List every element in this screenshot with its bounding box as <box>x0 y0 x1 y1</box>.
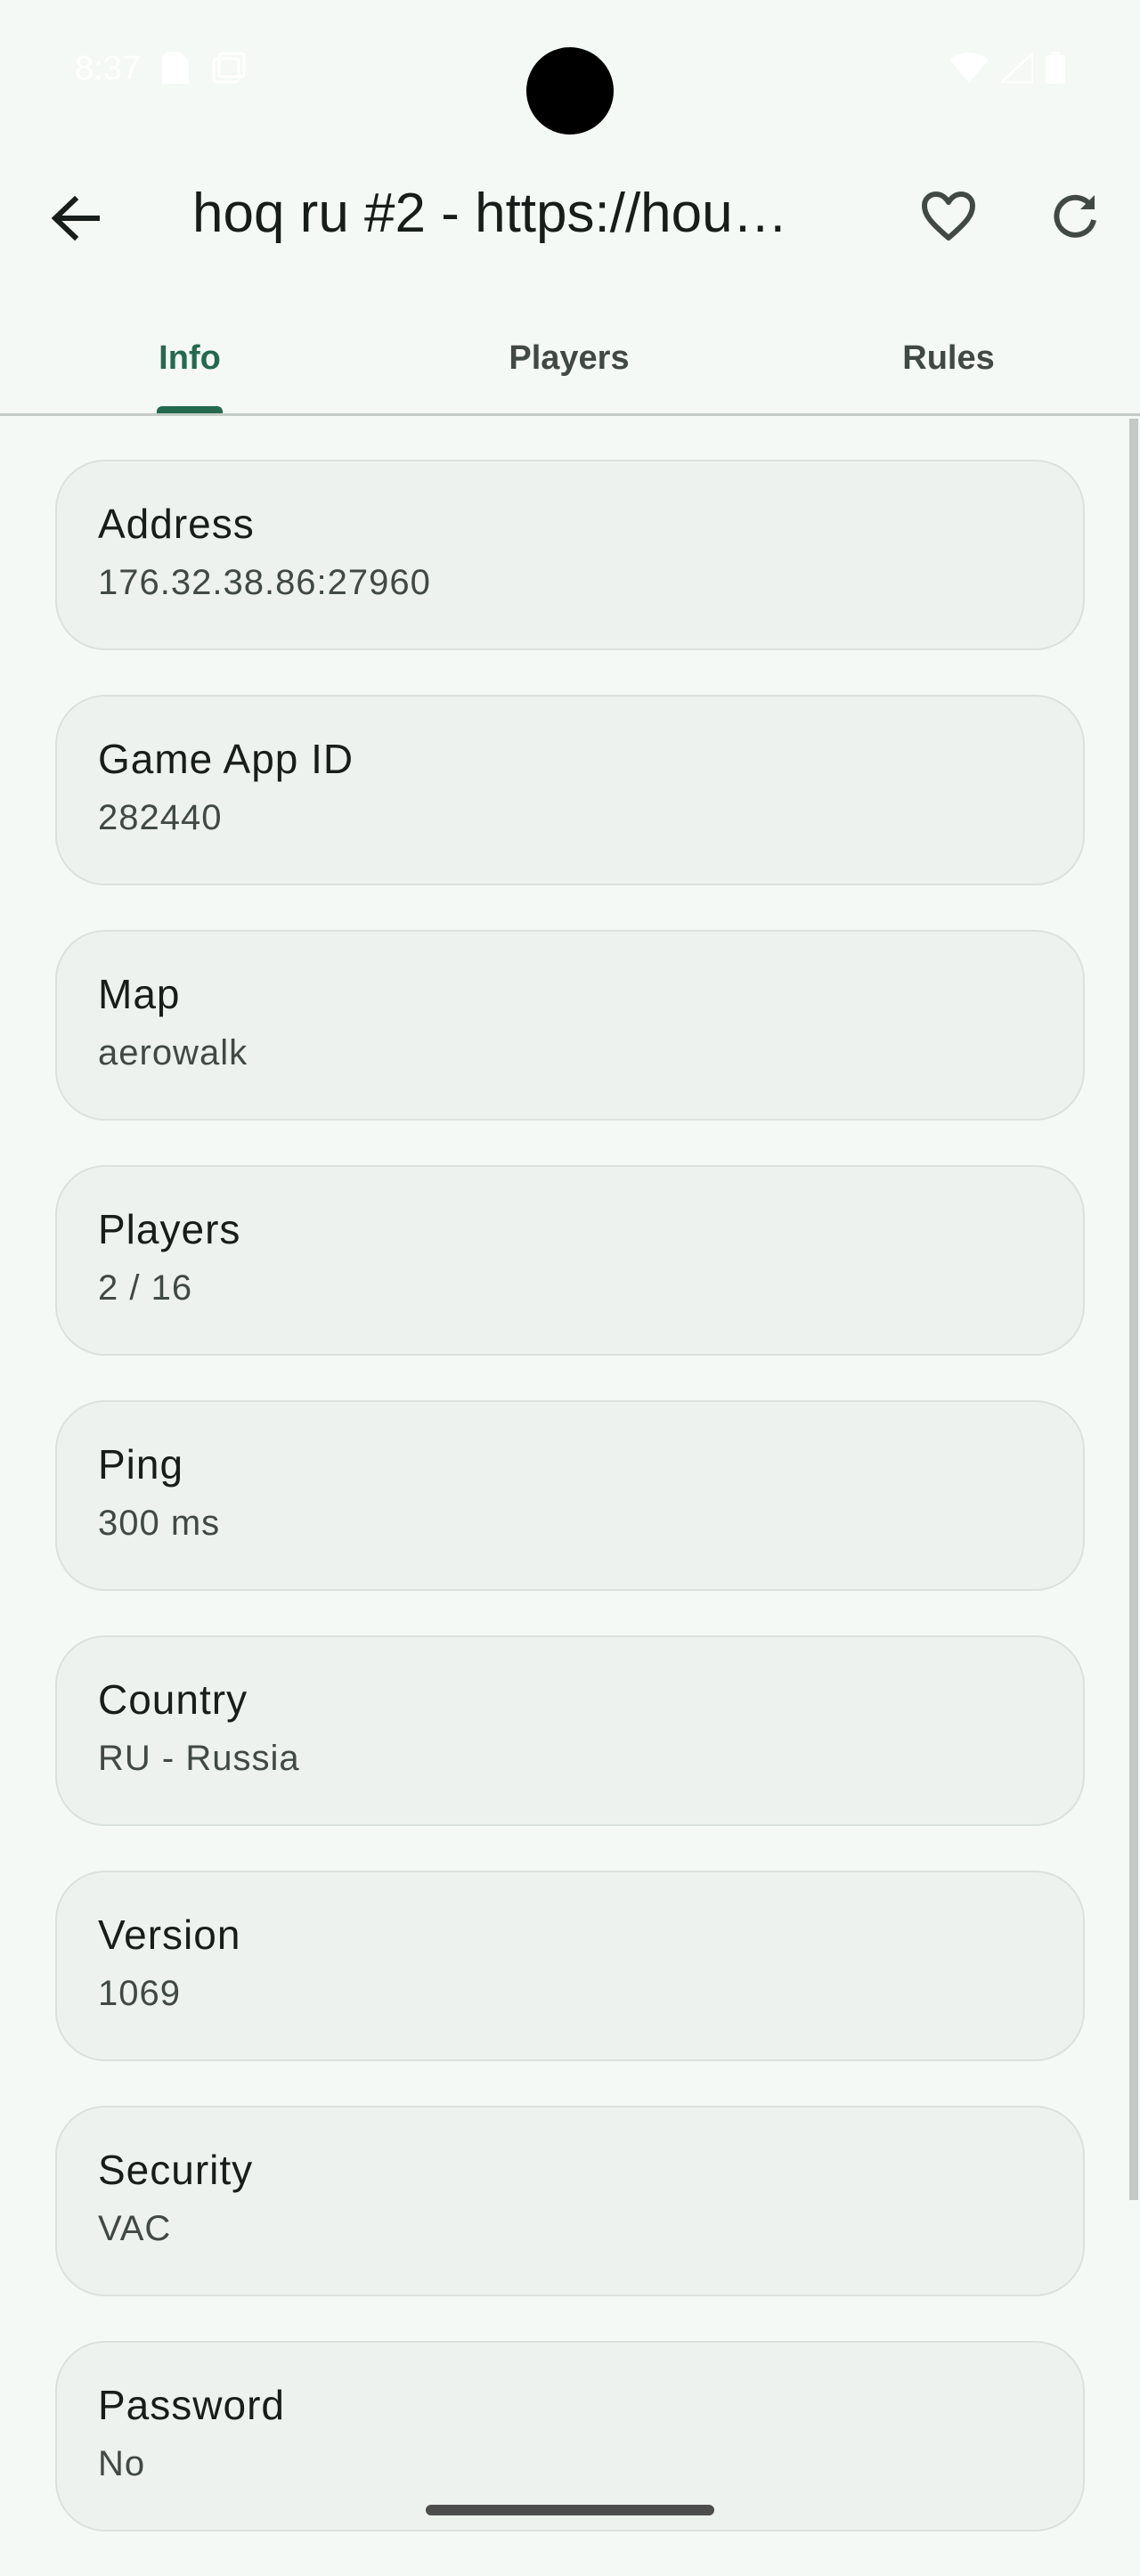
info-card-map: Map aerowalk <box>55 930 1085 1121</box>
info-label: Game App ID <box>98 736 354 782</box>
info-value: 300 ms <box>98 1504 221 1543</box>
heart-outline-icon <box>922 192 975 240</box>
info-list: Address 176.32.38.86:27960 Game App ID 2… <box>55 460 1085 2576</box>
info-card-players: Players 2 / 16 <box>55 1165 1085 1356</box>
home-indicator[interactable] <box>426 2505 714 2515</box>
status-bar: 8:37 <box>0 0 1140 135</box>
info-value: aerowalk <box>98 1033 248 1072</box>
server-title: hoq ru #2 - https://hou… <box>192 183 788 244</box>
tab-info[interactable]: Info <box>0 303 379 413</box>
back-button[interactable] <box>36 178 116 258</box>
info-label: Map <box>98 971 181 1017</box>
info-label: Country <box>98 1676 248 1723</box>
info-label: Players <box>98 1206 241 1252</box>
tab-players[interactable]: Players <box>379 303 759 413</box>
tab-divider <box>0 413 1140 416</box>
info-card-ping: Ping 300 ms <box>55 1400 1085 1591</box>
status-time: 8:37 <box>75 50 141 87</box>
info-label: Version <box>98 1912 241 1958</box>
info-label: Ping <box>98 1441 184 1488</box>
info-label: Password <box>98 2382 285 2428</box>
arrow-back-icon <box>52 196 100 240</box>
status-system-icons <box>949 52 1065 84</box>
info-card-password: Password No <box>55 2341 1085 2531</box>
sim-card-icon <box>162 52 189 84</box>
info-card-game-app-id: Game App ID 282440 <box>55 695 1085 885</box>
camera-cutout <box>526 47 614 135</box>
top-app-bar: hoq ru #2 - https://hou… <box>0 151 1140 276</box>
copy-icon <box>212 52 246 84</box>
favorite-button[interactable] <box>908 176 989 257</box>
info-label: Address <box>98 501 255 547</box>
info-card-security: Security VAC <box>55 2106 1085 2296</box>
info-card-country: Country RU - Russia <box>55 1635 1085 1826</box>
info-value: No <box>98 2444 146 2483</box>
wifi-icon <box>949 53 989 83</box>
refresh-button[interactable] <box>1035 176 1115 257</box>
info-value: VAC <box>98 2209 172 2248</box>
info-value: 282440 <box>98 798 223 837</box>
info-value: 2 / 16 <box>98 1268 193 1308</box>
refresh-icon <box>1054 194 1096 238</box>
tab-row: Info Players Rules <box>0 303 1140 416</box>
tab-rules[interactable]: Rules <box>759 303 1138 413</box>
info-label: Security <box>98 2147 254 2193</box>
status-notification-icons <box>162 52 248 84</box>
scrollbar[interactable] <box>1129 419 1138 2200</box>
info-value: RU - Russia <box>98 1739 300 1778</box>
info-card-version: Version 1069 <box>55 1871 1085 2061</box>
signal-icon <box>1001 53 1033 83</box>
info-value: 176.32.38.86:27960 <box>98 563 431 602</box>
info-value: 1069 <box>98 1974 181 2013</box>
info-card-address: Address 176.32.38.86:27960 <box>55 460 1085 650</box>
battery-icon <box>1046 52 1065 84</box>
